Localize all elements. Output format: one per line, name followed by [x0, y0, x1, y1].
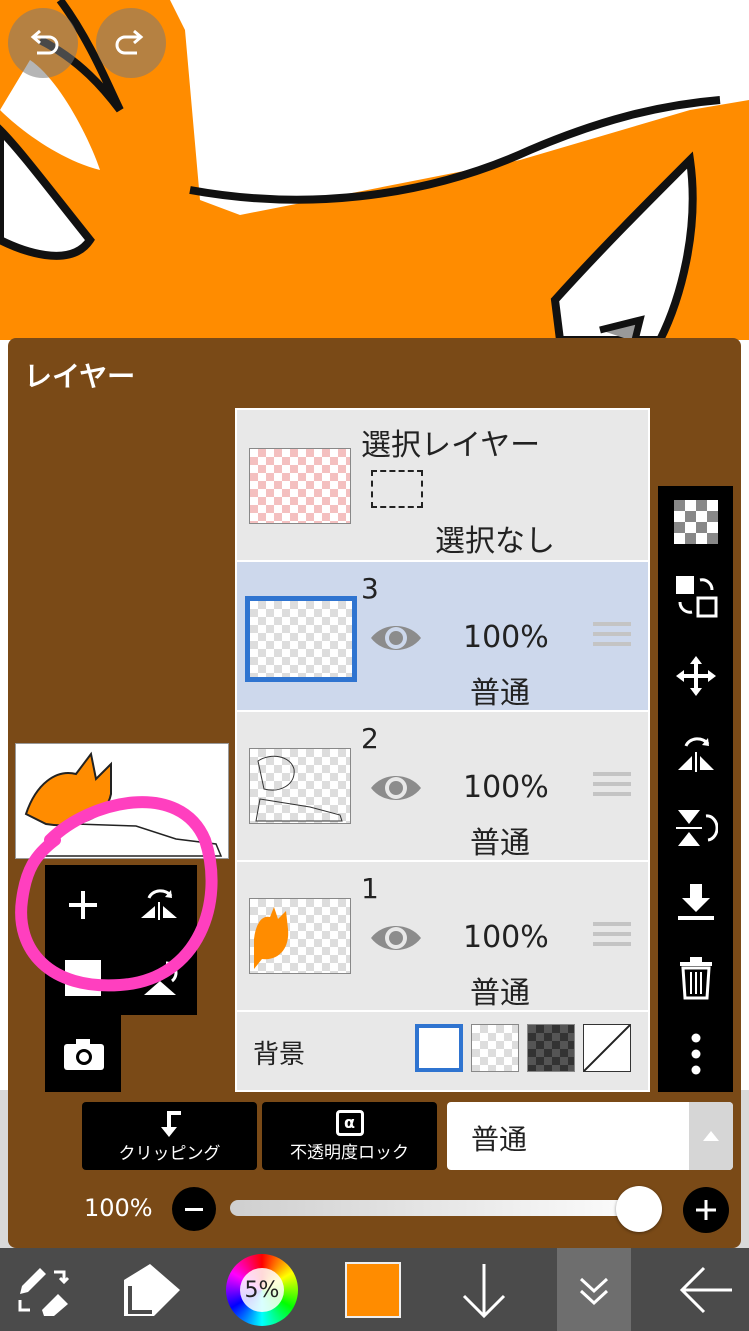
- layer-tools: [658, 486, 733, 1092]
- flip-vertical-icon: [675, 810, 718, 846]
- drag-handle-icon[interactable]: [593, 916, 631, 952]
- alpha-lock-button[interactable]: α 不透明度ロック: [262, 1102, 437, 1170]
- checker-button[interactable]: [658, 492, 733, 552]
- opacity-value: 100%: [84, 1194, 153, 1222]
- clipping-button[interactable]: クリッピング: [82, 1102, 257, 1170]
- fill-tool-button[interactable]: [120, 1260, 184, 1320]
- camera-button[interactable]: [60, 1030, 108, 1078]
- drag-handle-icon[interactable]: [593, 766, 631, 802]
- visibility-eye-icon[interactable]: [369, 920, 423, 956]
- chevron-down-icon: [579, 1277, 609, 1305]
- opacity-increase-button[interactable]: [683, 1187, 729, 1233]
- panel-title: レイヤー: [24, 360, 136, 393]
- alpha-symbol: α: [344, 1113, 355, 1132]
- arrow-down-icon: [462, 1264, 506, 1319]
- merge-down-button[interactable]: [658, 874, 733, 934]
- layer-opacity: 100%: [463, 920, 549, 955]
- back-arrow-icon: [679, 1266, 732, 1314]
- flip-horizontal-button[interactable]: [658, 722, 733, 782]
- layer-list: 選択レイヤー 選択なし 3 100% 普通 2 100% 普通 1 100% 普…: [235, 408, 650, 1092]
- transform-button[interactable]: [658, 566, 733, 626]
- brush-size-value: 5%: [240, 1268, 284, 1312]
- more-button[interactable]: [658, 1024, 733, 1084]
- background-label: 背景: [253, 1040, 306, 1070]
- selection-layer-thumbnail: [249, 448, 351, 524]
- move-button[interactable]: [658, 646, 733, 706]
- layer-row-1[interactable]: 1 100% 普通: [237, 862, 648, 1012]
- selection-layer-title: 選択レイヤー: [361, 428, 541, 463]
- layer-blend-mode: 普通: [470, 976, 530, 1011]
- opacity-decrease-button[interactable]: [172, 1187, 216, 1231]
- drag-handle-icon[interactable]: [593, 616, 631, 652]
- layer-number: 2: [361, 722, 379, 755]
- opacity-slider[interactable]: [230, 1200, 660, 1216]
- shape-tool-icon: [124, 1264, 180, 1316]
- pen-eraser-switch-icon: [18, 1268, 70, 1316]
- redo-icon: [115, 29, 144, 55]
- alpha-lock-label: 不透明度ロック: [290, 1142, 409, 1163]
- layer-opacity: 100%: [463, 770, 549, 805]
- layer-row-2[interactable]: 2 100% 普通: [237, 712, 648, 862]
- background-white-option[interactable]: [415, 1024, 463, 1072]
- clipping-label: クリッピング: [118, 1143, 221, 1164]
- more-icon: [691, 1033, 700, 1075]
- scroll-down-button[interactable]: [458, 1260, 510, 1320]
- camera-icon: [64, 1039, 104, 1070]
- background-none-option[interactable]: [583, 1024, 631, 1072]
- blend-mode-select[interactable]: 普通: [447, 1102, 733, 1170]
- layer-opacity: 100%: [463, 620, 549, 655]
- layer-thumbnail: [249, 898, 351, 974]
- layer-blend-mode: 普通: [470, 826, 530, 861]
- visibility-eye-icon[interactable]: [369, 770, 423, 806]
- lock-icon: α: [335, 1109, 364, 1136]
- collapse-panel-button[interactable]: [557, 1248, 631, 1331]
- visibility-eye-icon[interactable]: [369, 620, 423, 656]
- plus-icon: [696, 1200, 716, 1220]
- brush-size-button[interactable]: 5%: [226, 1254, 298, 1326]
- selection-marquee-icon: [371, 470, 423, 508]
- blend-mode-dropdown-arrow-icon: [689, 1102, 733, 1170]
- minus-icon: [185, 1208, 203, 1211]
- redo-button[interactable]: [96, 8, 166, 78]
- back-button[interactable]: [676, 1262, 736, 1318]
- flip-horizontal-icon: [677, 737, 714, 772]
- tool-switch-button[interactable]: [14, 1262, 72, 1318]
- undo-icon: [30, 29, 59, 55]
- opacity-slider-thumb[interactable]: [615, 1186, 662, 1232]
- move-icon: [675, 656, 716, 696]
- layer-thumbnail: [245, 596, 357, 682]
- current-color-swatch[interactable]: [345, 1262, 401, 1318]
- layer-number: 1: [361, 872, 379, 905]
- flip-vertical-button[interactable]: [658, 798, 733, 858]
- layer-number: 3: [361, 572, 379, 605]
- selection-status: 選択なし: [435, 524, 555, 559]
- delete-layer-button[interactable]: [658, 948, 733, 1008]
- transform-icon: [675, 576, 717, 618]
- background-dark-option[interactable]: [527, 1024, 575, 1072]
- blend-mode-value: 普通: [471, 1123, 528, 1156]
- selection-layer-row[interactable]: 選択レイヤー 選択なし: [237, 410, 648, 562]
- layer-blend-mode: 普通: [470, 676, 530, 711]
- background-transparent-option[interactable]: [471, 1024, 519, 1072]
- highlight-annotation: [15, 796, 218, 992]
- layer-thumbnail: [249, 748, 351, 824]
- clipping-arrow-icon: [160, 1110, 181, 1137]
- undo-button[interactable]: [8, 8, 78, 78]
- merge-down-icon: [677, 884, 714, 920]
- trash-icon: [679, 957, 712, 1000]
- checker-icon: [673, 500, 718, 544]
- layer-row-3[interactable]: 3 100% 普通: [237, 562, 648, 712]
